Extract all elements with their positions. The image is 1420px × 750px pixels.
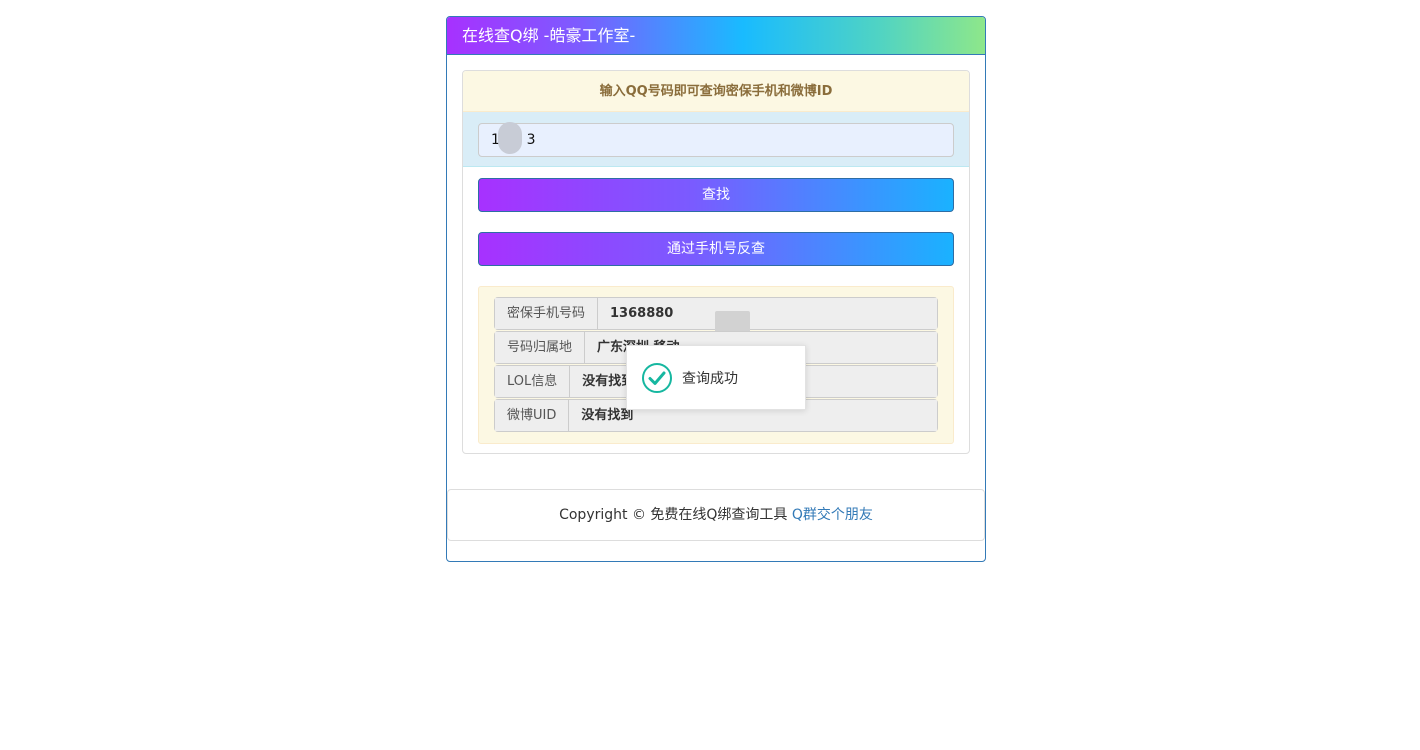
qq-group-link[interactable]: Q群交个朋友 — [792, 507, 873, 523]
redaction-blur — [498, 122, 522, 154]
check-circle-icon — [642, 362, 672, 393]
page-title: 在线查Q绑 -皓豪工作室- — [447, 17, 985, 55]
result-label: 微博UID — [495, 400, 570, 431]
copyright-text: Copyright © 免费在线Q绑查询工具 — [559, 507, 792, 523]
toast-message: 查询成功 — [682, 370, 738, 387]
footer: Copyright © 免费在线Q绑查询工具 Q群交个朋友 — [447, 489, 985, 541]
search-button[interactable]: 查找 — [478, 178, 954, 212]
result-label: LOL信息 — [495, 366, 571, 397]
result-label: 号码归属地 — [495, 332, 586, 363]
result-label: 密保手机号码 — [495, 298, 599, 329]
qq-number-input[interactable] — [478, 123, 954, 157]
input-row — [463, 112, 969, 167]
result-value: 1368880 — [598, 298, 937, 329]
form-instruction: 输入QQ号码即可查询密保手机和微博ID — [463, 71, 969, 112]
success-toast: 查询成功 — [626, 345, 806, 410]
reverse-lookup-button[interactable]: 通过手机号反查 — [478, 232, 954, 266]
result-row-phone: 密保手机号码 1368880 — [494, 297, 938, 333]
redaction-blur — [715, 311, 750, 333]
main-panel: 在线查Q绑 -皓豪工作室- 输入QQ号码即可查询密保手机和微博ID 查找 通过手… — [446, 16, 986, 562]
